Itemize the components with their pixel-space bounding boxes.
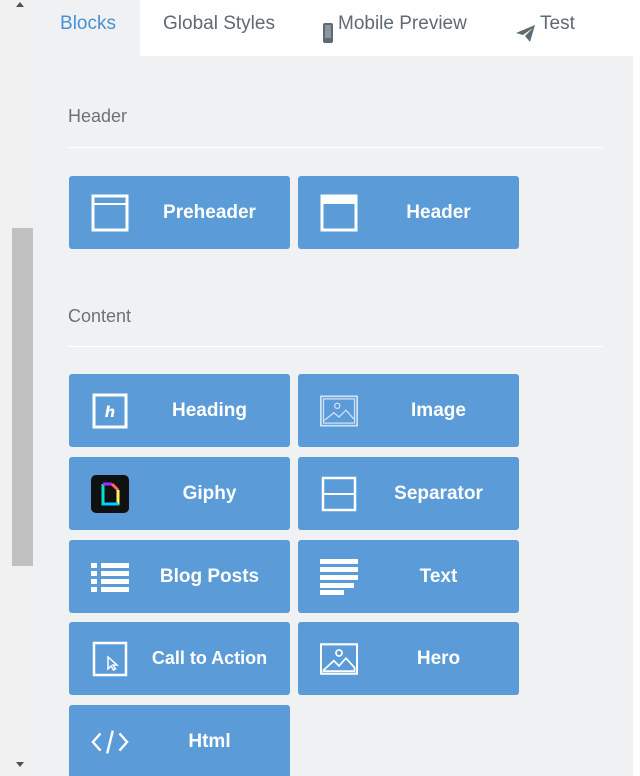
heading-icon: h — [91, 392, 129, 430]
block-label: Preheader — [163, 202, 256, 223]
giphy-icon — [91, 475, 129, 513]
section-title-content: Content — [68, 306, 132, 326]
tab-test[interactable]: Test — [516, 0, 575, 56]
section-divider — [68, 346, 603, 347]
block-giphy[interactable]: Giphy — [69, 457, 290, 530]
block-hero[interactable]: Hero — [298, 622, 519, 695]
scroll-down-arrow-icon[interactable] — [16, 762, 24, 767]
tab-mobile-preview[interactable]: Mobile Preview — [322, 0, 467, 56]
section-title-header: Header — [68, 106, 128, 126]
block-label: Image — [411, 400, 466, 421]
block-preheader[interactable]: Preheader — [69, 176, 290, 249]
hero-image-icon — [320, 640, 358, 678]
scroll-up-arrow-icon[interactable] — [16, 2, 24, 7]
block-text[interactable]: Text — [298, 540, 519, 613]
image-icon — [320, 392, 358, 430]
block-label: Giphy — [182, 483, 237, 504]
block-label: Heading — [172, 400, 247, 421]
tab-global-styles[interactable]: Global Styles — [163, 0, 275, 56]
preheader-icon — [91, 194, 129, 232]
svg-text:h: h — [105, 403, 116, 421]
vertical-scrollbar[interactable] — [0, 0, 36, 776]
block-image[interactable]: Image — [298, 374, 519, 447]
text-lines-icon — [320, 558, 358, 596]
block-label: Separator — [394, 483, 483, 504]
scrollbar-thumb[interactable] — [12, 228, 33, 566]
paper-plane-icon — [516, 14, 536, 62]
tab-bar: Blocks Global Styles Mobile Preview Test — [36, 0, 633, 56]
block-blog-posts[interactable]: Blog Posts — [69, 540, 290, 613]
tab-global-styles-label: Global Styles — [163, 13, 275, 34]
blocks-panel: Header Preheader Header Content h Headin… — [36, 56, 633, 776]
code-icon — [91, 723, 129, 761]
header-icon — [320, 194, 358, 232]
block-label: Hero — [416, 648, 461, 669]
block-header[interactable]: Header — [298, 176, 519, 249]
blocks-editor-panel: Blocks Global Styles Mobile Preview Test — [0, 0, 640, 776]
tab-blocks-label: Blocks — [60, 13, 116, 34]
section-divider — [68, 147, 603, 148]
block-label: Html — [188, 731, 231, 752]
block-html[interactable]: Html — [69, 705, 290, 776]
phone-icon — [322, 14, 334, 62]
block-label: Call to Action — [151, 648, 268, 668]
block-label: Header — [406, 202, 471, 223]
tab-mobile-preview-label: Mobile Preview — [338, 13, 467, 34]
list-icon — [91, 558, 129, 596]
block-call-to-action[interactable]: Call to Action — [69, 622, 290, 695]
separator-icon — [320, 475, 358, 513]
block-heading[interactable]: h Heading — [69, 374, 290, 447]
block-label: Blog Posts — [159, 566, 260, 587]
block-separator[interactable]: Separator — [298, 457, 519, 530]
tab-blocks[interactable]: Blocks — [36, 0, 140, 56]
block-label: Text — [419, 566, 458, 587]
tab-test-label: Test — [540, 13, 575, 34]
cursor-icon — [91, 640, 129, 678]
